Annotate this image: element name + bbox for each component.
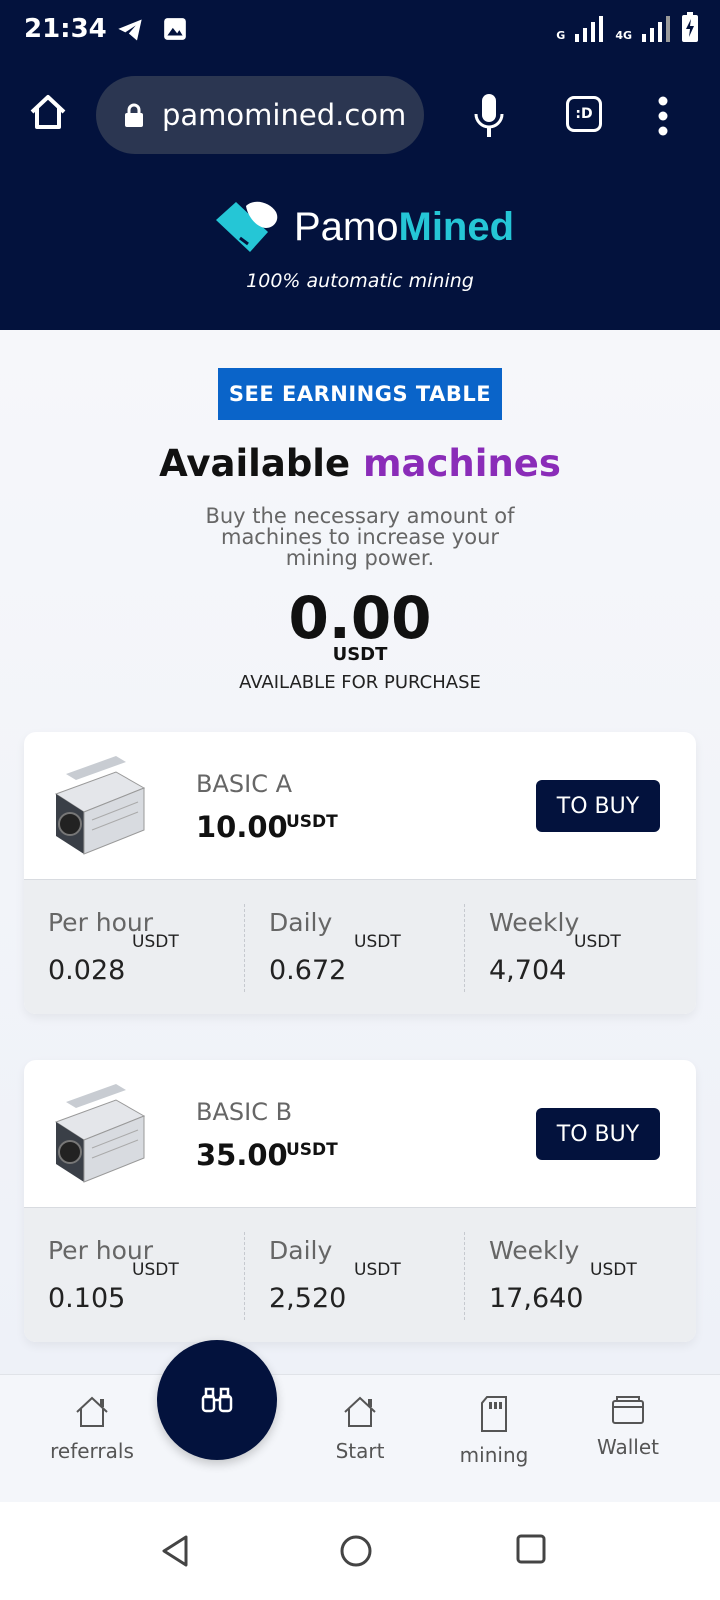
nav-item-wallet[interactable]: Wallet xyxy=(578,1395,678,1459)
stat-unit: USDT xyxy=(132,1260,179,1280)
divider xyxy=(464,1232,465,1320)
microphone-icon[interactable] xyxy=(474,94,504,138)
stat-weekly: Weekly 17,640 xyxy=(489,1236,583,1314)
signal-label-2: 4G xyxy=(615,29,632,42)
stat-daily: Daily 2,520 xyxy=(269,1236,346,1314)
divider xyxy=(464,904,465,992)
plan-price-unit: USDT xyxy=(286,1140,338,1160)
plan-price: 10.00 xyxy=(196,810,288,844)
divider xyxy=(244,904,245,992)
nav-item-start[interactable]: Start xyxy=(310,1395,410,1463)
system-navigation-bar xyxy=(0,1502,720,1600)
brand-name: PamoMined xyxy=(294,205,514,250)
stat-label: Daily xyxy=(269,908,333,937)
nav-item-mining[interactable]: mining xyxy=(444,1395,544,1467)
stat-label: Weekly xyxy=(489,908,580,937)
divider xyxy=(244,1232,245,1320)
lock-icon xyxy=(125,103,143,127)
nav-label: Wallet xyxy=(596,1435,659,1459)
sd-card-icon xyxy=(481,1396,507,1432)
buy-button[interactable]: TO BUY xyxy=(536,1108,660,1160)
machine-card-header: BASIC B 35.00 USDT TO BUY xyxy=(24,1060,696,1208)
section-description: Buy the necessary amount of machines to … xyxy=(205,504,515,570)
plan-price: 35.00 xyxy=(196,1138,288,1172)
available-balance: 0.00 xyxy=(288,584,432,652)
status-notifications xyxy=(116,16,188,44)
binoculars-icon xyxy=(201,1387,233,1413)
overflow-menu-icon[interactable] xyxy=(656,96,670,136)
stat-value: 17,640 xyxy=(489,1283,584,1314)
telegram-icon xyxy=(118,19,142,41)
section-title-plain: Available xyxy=(159,442,363,485)
stat-unit: USDT xyxy=(354,1260,401,1280)
stat-value: 4,704 xyxy=(489,955,567,986)
machine-card: BASIC B 35.00 USDT TO BUY Per hour 0.105… xyxy=(24,1060,696,1342)
stat-value: 0.105 xyxy=(48,1283,126,1314)
plan-price-unit: USDT xyxy=(286,812,338,832)
home-icon xyxy=(76,1396,108,1427)
bottom-navigation: referrals Start mining Wallet xyxy=(0,1374,720,1502)
back-icon[interactable] xyxy=(160,1534,190,1568)
balance-label: AVAILABLE FOR PURCHASE xyxy=(239,672,481,693)
image-icon xyxy=(164,18,186,40)
status-bar: 21:34 G 4G xyxy=(0,0,720,62)
brand-logo[interactable]: PamoMined xyxy=(210,198,514,256)
recents-icon[interactable] xyxy=(516,1534,546,1564)
main-content: SEE EARNINGS TABLE Available machines Bu… xyxy=(0,330,720,1370)
signal-icon xyxy=(575,16,604,42)
stat-weekly: Weekly 4,704 xyxy=(489,908,579,986)
machine-card: BASIC A 10.00 USDT TO BUY Per hour 0.028… xyxy=(24,732,696,1014)
nav-label: Start xyxy=(335,1439,385,1463)
stat-unit: USDT xyxy=(354,932,401,952)
status-system-icons: G 4G xyxy=(556,12,698,42)
tab-switcher-button[interactable]: :D xyxy=(566,96,602,132)
plan-name: BASIC A xyxy=(196,770,292,798)
signal-icon-2 xyxy=(642,16,670,42)
miner-machine-image xyxy=(54,1084,146,1183)
stat-unit: USDT xyxy=(132,932,179,952)
balance-unit: USDT xyxy=(332,644,388,665)
nav-label: mining xyxy=(459,1443,529,1467)
stat-value: 2,520 xyxy=(269,1283,347,1314)
logo-icon xyxy=(216,201,278,252)
plan-name: BASIC B xyxy=(196,1098,293,1126)
stat-daily: Daily 0.672 xyxy=(269,908,346,986)
center-action-button[interactable] xyxy=(157,1340,277,1460)
address-bar[interactable]: pamomined.com xyxy=(96,76,424,154)
stat-label: Daily xyxy=(269,1236,333,1265)
machine-card-stats: Per hour 0.028 USDT Daily 0.672 USDT Wee… xyxy=(24,880,696,1014)
wallet-icon xyxy=(612,1396,644,1424)
home-icon[interactable] xyxy=(28,92,68,132)
home-icon xyxy=(344,1396,376,1427)
section-title: Available machines xyxy=(0,442,720,485)
browser-toolbar: pamomined.com :D xyxy=(0,62,720,172)
home-circle-icon[interactable] xyxy=(339,1534,373,1568)
buy-button[interactable]: TO BUY xyxy=(536,780,660,832)
site-header: PamoMined 100% automatic mining xyxy=(0,172,720,330)
nav-item-referrals[interactable]: referrals xyxy=(42,1395,142,1463)
status-time: 21:34 xyxy=(24,14,107,44)
brand-name-part1: Pamo xyxy=(294,204,399,249)
see-earnings-table-button[interactable]: SEE EARNINGS TABLE xyxy=(218,368,502,420)
stat-value: 0.672 xyxy=(269,955,347,986)
miner-machine-image xyxy=(54,756,146,855)
section-title-accent: machines xyxy=(362,442,561,485)
signal-label-1: G xyxy=(556,29,566,42)
stat-value: 0.028 xyxy=(48,955,126,986)
stat-label: Weekly xyxy=(489,1236,580,1265)
brand-name-part2: Mined xyxy=(398,204,515,249)
stat-unit: USDT xyxy=(590,1260,637,1280)
url-text: pamomined.com xyxy=(162,98,407,132)
stat-unit: USDT xyxy=(574,932,621,952)
battery-icon xyxy=(682,12,698,42)
nav-label: referrals xyxy=(50,1439,134,1463)
machine-card-stats: Per hour 0.105 USDT Daily 2,520 USDT Wee… xyxy=(24,1208,696,1342)
brand-tagline: 100% automatic mining xyxy=(246,270,474,292)
machine-card-header: BASIC A 10.00 USDT TO BUY xyxy=(24,732,696,880)
